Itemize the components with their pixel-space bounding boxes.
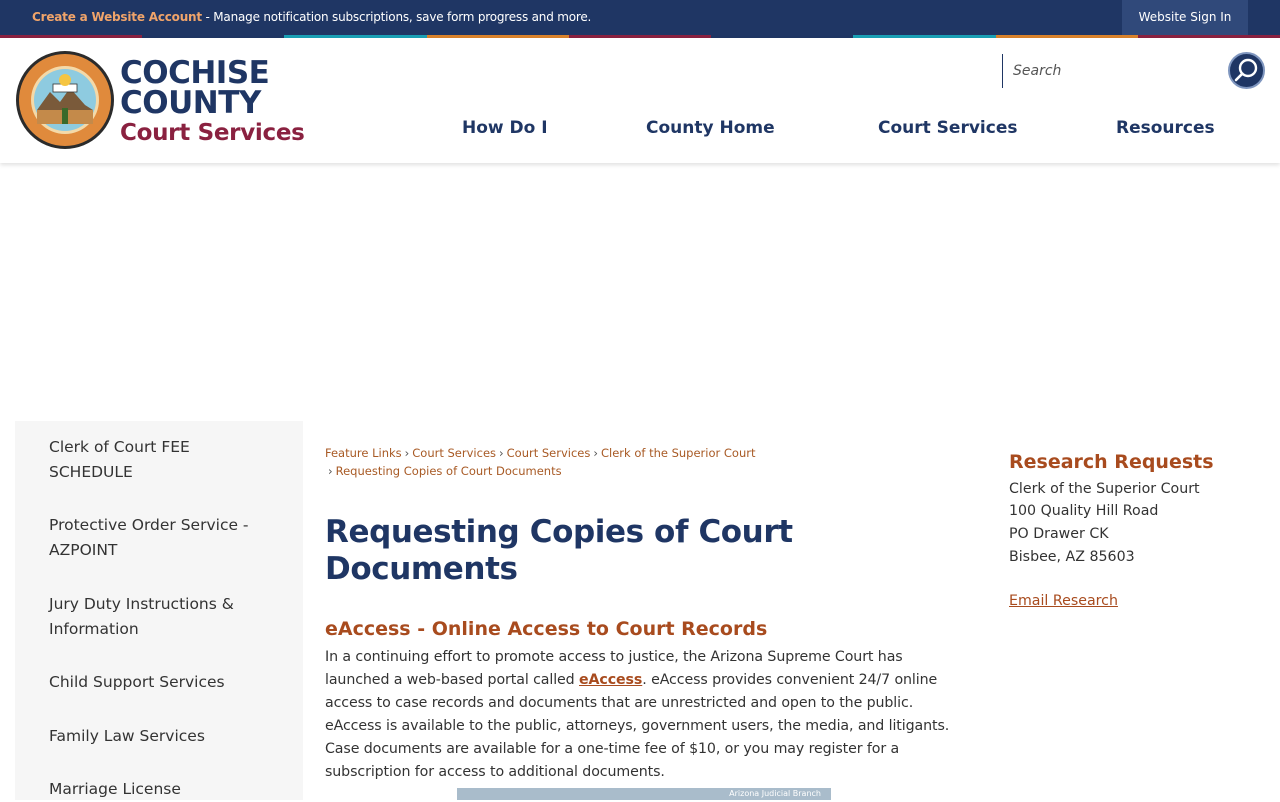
section-title: eAccess - Online Access to Court Records (325, 618, 768, 640)
sidebar-item-child-support[interactable]: Child Support Services (49, 670, 269, 695)
search-button[interactable] (1228, 52, 1265, 89)
banner-image-caption: Arizona Judicial Branch (729, 789, 821, 798)
address-line: 100 Quality Hill Road (1009, 503, 1159, 519)
logo-line-county: COUNTY (120, 85, 261, 121)
sidebar-item-jury-duty[interactable]: Jury Duty Instructions & Information (49, 592, 269, 642)
account-notice: Create a Website Account - Manage notifi… (32, 10, 591, 24)
search-icon (1234, 58, 1258, 82)
search-box (1002, 54, 1222, 88)
create-account-description: - Manage notification subscriptions, sav… (201, 10, 592, 24)
sidebar-nav: Clerk of Court FEE SCHEDULE Protective O… (15, 421, 303, 800)
sidebar-item-marriage-license[interactable]: Marriage License (49, 777, 269, 802)
breadcrumb-separator: › (328, 464, 333, 478)
page-title: Requesting Copies of Court Documents (325, 514, 793, 587)
sidebar-item-fee-schedule[interactable]: Clerk of Court FEE SCHEDULE (49, 435, 269, 485)
eaccess-link[interactable]: eAccess (579, 672, 642, 688)
nav-court-services[interactable]: Court Services (878, 118, 1017, 138)
sidebar-item-family-law[interactable]: Family Law Services (49, 724, 269, 749)
search-input[interactable] (1013, 60, 1213, 82)
breadcrumb: Feature Links › Court Services › Court Servi… (325, 444, 965, 480)
paragraph-text-end: . eAccess provides convenient 24/7 onlin… (325, 672, 950, 780)
site-logo-text[interactable]: COCHISE COUNTY Court Services (120, 58, 305, 148)
breadcrumb-separator: › (593, 446, 598, 460)
breadcrumb-current-page[interactable]: Requesting Copies of Court Documents (336, 464, 562, 478)
nav-how-do-i[interactable]: How Do I (462, 118, 548, 138)
address-line: PO Drawer CK (1009, 526, 1109, 542)
arizona-seal-logo[interactable] (15, 50, 115, 150)
logo-line-court-services: Court Services (120, 120, 305, 146)
logo-line-cochise: COCHISE (120, 55, 270, 91)
sidebar-item-protective-order[interactable]: Protective Order Service - AZPOINT (49, 513, 269, 563)
create-account-link[interactable]: Create a Website Account (32, 10, 202, 24)
eaccess-banner-image[interactable]: Arizona Judicial Branch (457, 788, 831, 800)
nav-county-home[interactable]: County Home (646, 118, 775, 138)
top-bar: Create a Website Account - Manage notifi… (0, 0, 1280, 35)
breadcrumb-court-services-2[interactable]: Court Services (507, 446, 591, 460)
research-requests-title: Research Requests (1009, 451, 1214, 473)
address-line: Clerk of the Superior Court (1009, 481, 1200, 497)
address-line: Bisbee, AZ 85603 (1009, 549, 1135, 565)
email-research-link[interactable]: Email Research (1009, 593, 1118, 609)
website-sign-in-button[interactable]: Website Sign In (1122, 0, 1248, 35)
breadcrumb-clerk-superior-court[interactable]: Clerk of the Superior Court (601, 446, 756, 460)
eaccess-paragraph: In a continuing effort to promote access… (325, 646, 970, 784)
breadcrumb-feature-links[interactable]: Feature Links (325, 446, 402, 460)
breadcrumb-separator: › (499, 446, 504, 460)
site-header: COCHISE COUNTY Court Services How Do I C… (0, 38, 1280, 163)
nav-resources[interactable]: Resources (1116, 118, 1215, 138)
breadcrumb-separator: › (404, 446, 410, 460)
breadcrumb-court-services[interactable]: Court Services (412, 446, 496, 460)
